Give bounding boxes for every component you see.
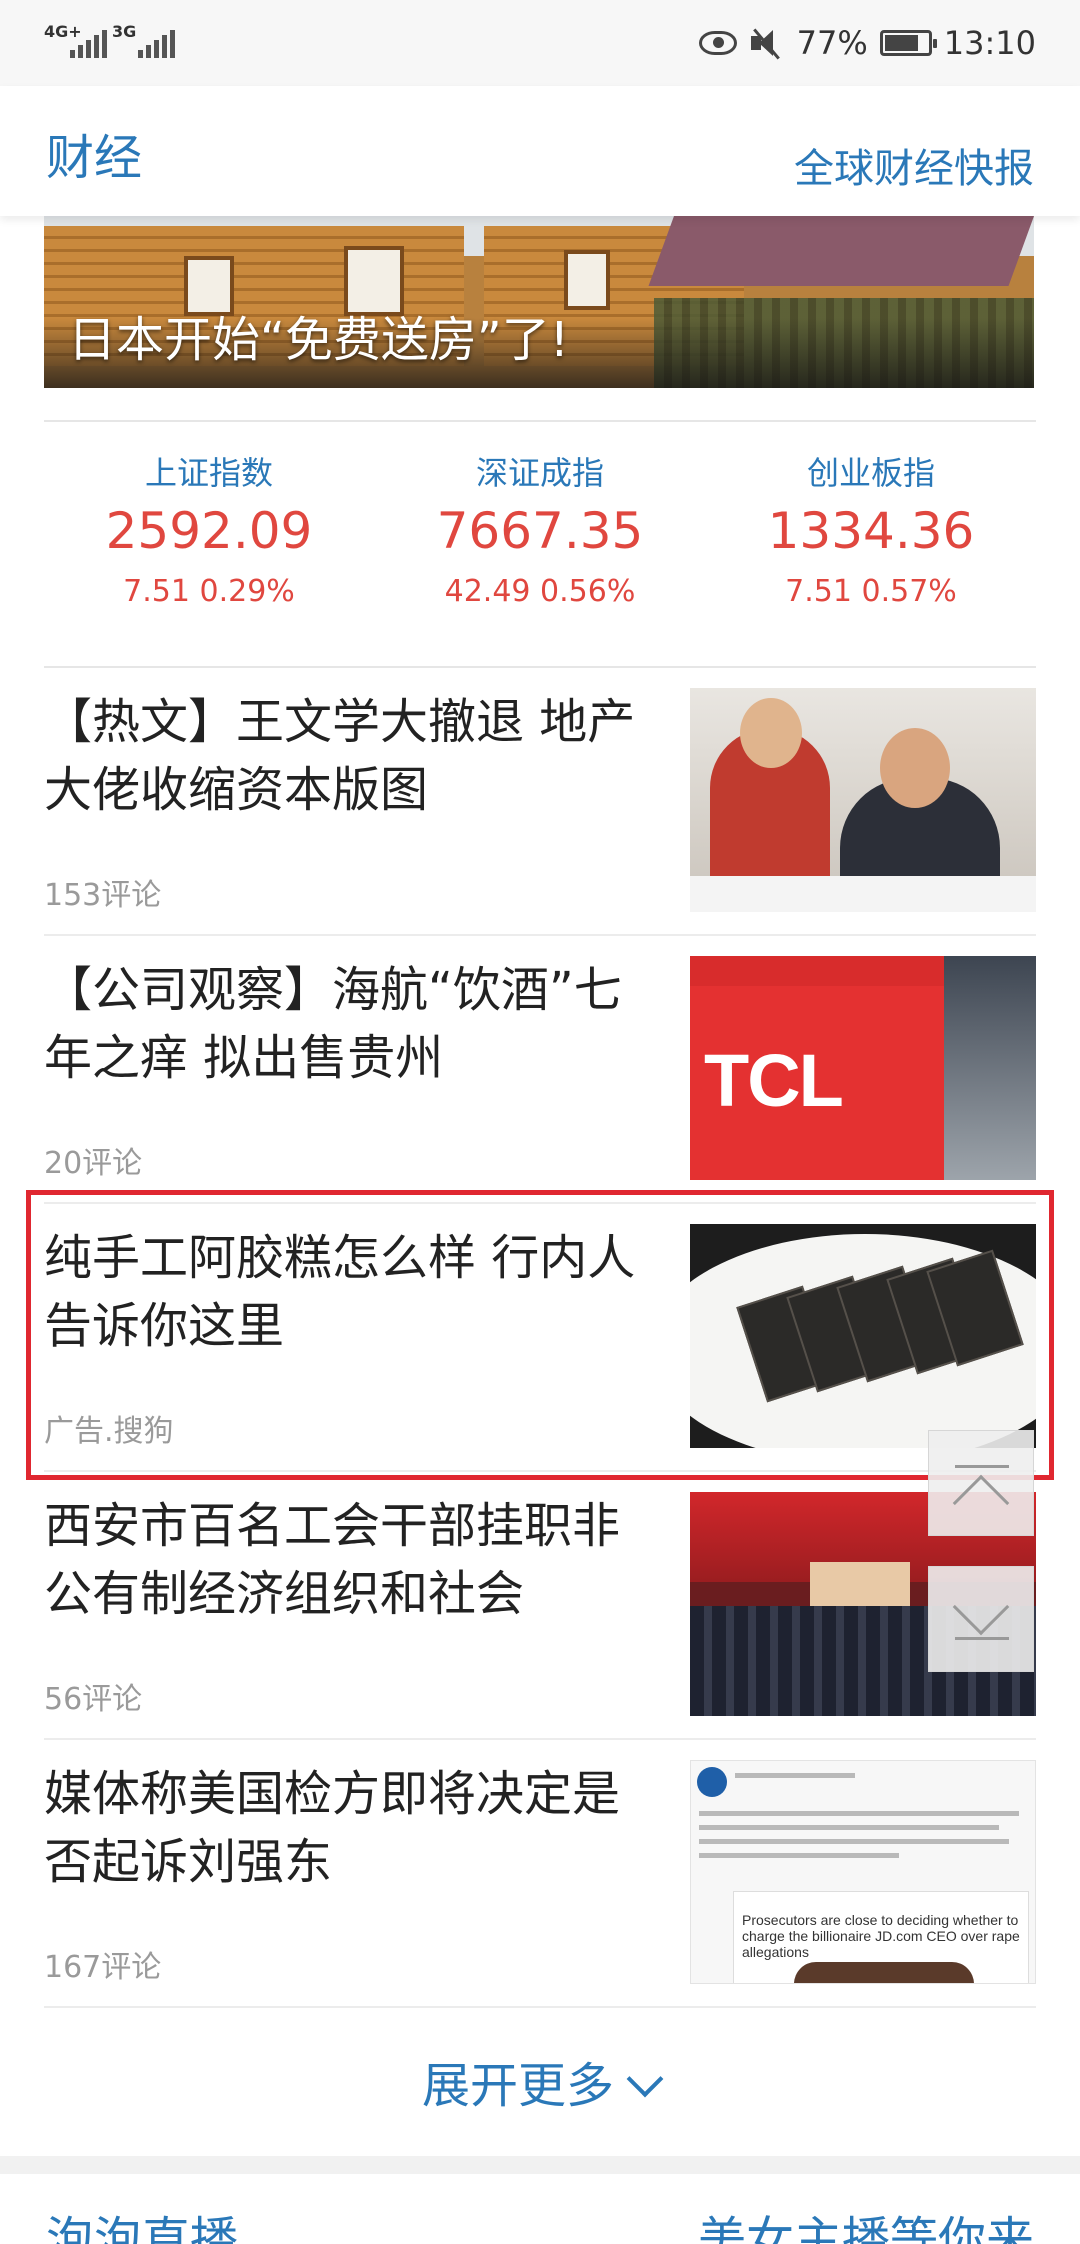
- news-item[interactable]: 【热文】王文学大撤退 地产大佬收缩资本版图 153评论: [44, 668, 1036, 936]
- news-item[interactable]: 媒体称美国检方即将决定是否起诉刘强东 167评论 Prosecutors are…: [44, 1740, 1036, 2008]
- divider: [44, 2006, 1036, 2008]
- index-change: 42.49 0.56%: [444, 574, 636, 609]
- battery-percent: 77%: [796, 24, 868, 62]
- index-name: 创业板指: [806, 454, 935, 492]
- banner-window: [564, 250, 610, 310]
- chevron-down-icon: [626, 2060, 664, 2098]
- status-bar: 4G+ 3G 77% 13:10: [0, 0, 1080, 86]
- index-chinext[interactable]: 创业板指 1334.36 7.51 0.57%: [706, 448, 1036, 609]
- banner-card[interactable]: 日本开始“免费送房”了!: [44, 216, 1034, 388]
- comment-count: 153评论: [44, 878, 162, 913]
- eye-icon: [698, 31, 737, 55]
- scroll-to-bottom-button[interactable]: [928, 1566, 1034, 1672]
- index-name: 上证指数: [144, 454, 273, 492]
- status-right: 77% 13:10: [698, 18, 1036, 68]
- news-title: 【热文】王文学大撤退 地产大佬收缩资本版图: [44, 694, 636, 818]
- index-value: 1334.36: [767, 502, 975, 560]
- banner-caption: 日本开始“免费送房”了!: [68, 312, 569, 368]
- global-finance-news-link[interactable]: 全球财经快报: [794, 136, 1034, 194]
- news-thumbnail: [690, 688, 1036, 912]
- news-item[interactable]: 【公司观察】海航“饮酒”七年之痒 拟出售贵州 20评论 TCL: [44, 936, 1036, 1204]
- comment-count: 167评论: [44, 1950, 162, 1985]
- comment-count: 20评论: [44, 1146, 143, 1181]
- news-item[interactable]: 西安市百名工会干部挂职非公有制经济组织和社会 56评论: [44, 1472, 1036, 1740]
- thumbnail-tweet-text: Prosecutors are close to deciding whethe…: [742, 1912, 1020, 1960]
- index-value: 7667.35: [436, 502, 644, 560]
- news-thumbnail: Prosecutors are close to deciding whethe…: [690, 1760, 1036, 1984]
- divider: [44, 420, 1036, 422]
- news-title: 媒体称美国检方即将决定是否起诉刘强东: [44, 1766, 621, 1890]
- page-title: 财经: [46, 130, 143, 186]
- app-header: 财经 全球财经快报: [0, 86, 1080, 216]
- section-gap: [0, 2156, 1080, 2174]
- signal-bars-icon: [138, 30, 175, 58]
- live-section-link[interactable]: 美女主播等你来: [698, 2200, 1034, 2244]
- signal-label: 3G: [112, 22, 137, 41]
- clock: 13:10: [943, 24, 1036, 62]
- chevron-down-icon: [952, 1578, 1010, 1636]
- thumbnail-logo-text: TCL: [704, 1039, 844, 1122]
- news-title: 西安市百名工会干部挂职非公有制经济组织和社会: [44, 1498, 621, 1622]
- index-shanghai[interactable]: 上证指数 2592.09 7.51 0.29%: [44, 448, 374, 609]
- index-shenzhen[interactable]: 深证成指 7667.35 42.49 0.56%: [375, 448, 705, 609]
- chevron-up-icon: [952, 1474, 1010, 1532]
- scroll-to-top-button[interactable]: [928, 1430, 1034, 1536]
- banner-image-roof: [648, 216, 1034, 286]
- battery-icon: [879, 30, 937, 56]
- live-section-title[interactable]: 泡泡直播: [46, 2200, 238, 2244]
- expand-more-button[interactable]: 展开更多: [0, 2046, 1080, 2116]
- index-change: 7.51 0.57%: [785, 574, 957, 609]
- mute-icon: [749, 27, 785, 60]
- expand-more-label: 展开更多: [421, 2058, 614, 2114]
- index-name: 深证成指: [475, 454, 604, 492]
- signal-bars-icon: [70, 30, 107, 58]
- comment-count: 56评论: [44, 1682, 143, 1717]
- index-change: 7.51 0.29%: [123, 574, 295, 609]
- index-value: 2592.09: [105, 502, 313, 560]
- news-title: 【公司观察】海航“饮酒”七年之痒 拟出售贵州: [44, 962, 622, 1086]
- news-thumbnail: TCL: [690, 956, 1036, 1180]
- market-indices: 上证指数 2592.09 7.51 0.29% 深证成指 7667.35 42.…: [44, 448, 1036, 638]
- ad-highlight-frame: [26, 1190, 1054, 1480]
